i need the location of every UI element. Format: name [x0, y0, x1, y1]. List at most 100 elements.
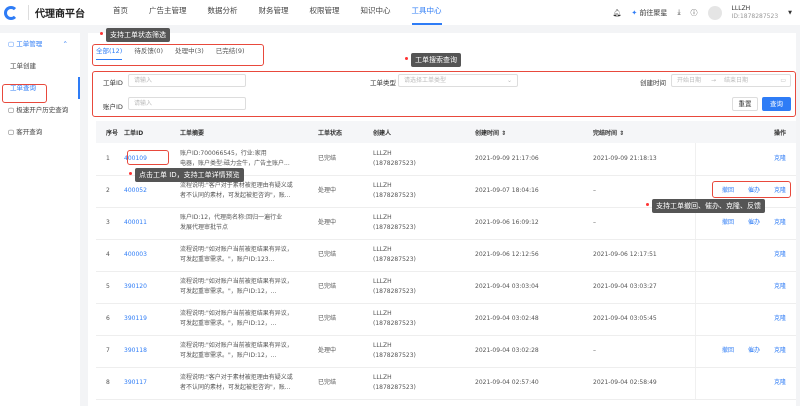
sidebar-item-customer-query[interactable]: ▢ 客开查询: [0, 121, 80, 143]
table-row: 8 390117 流程说明:"客户对于素材被拒理由有疑义或 者不认同的素材，可发起…: [96, 367, 796, 400]
row-actions: 克隆: [694, 303, 796, 336]
download-icon[interactable]: ⤓: [677, 8, 680, 17]
ticket-status: 处理中: [318, 207, 373, 240]
highlight-box-ops: [712, 181, 791, 198]
op-link[interactable]: 克隆: [774, 347, 786, 354]
creator: LLLZH (1878287523): [373, 367, 475, 400]
row-actions: 克隆: [694, 143, 796, 176]
nav-item[interactable]: 财务管理: [259, 0, 289, 25]
ticket-id-link[interactable]: 390120: [124, 271, 180, 304]
nav-item[interactable]: 首页: [113, 0, 128, 25]
help-icon[interactable]: ⓘ: [691, 8, 698, 18]
creator-id: (1878287523): [373, 256, 416, 263]
creator-name: LLLZH: [373, 246, 392, 253]
row-number: 2: [96, 175, 124, 208]
creator-name: LLLZH: [373, 214, 392, 221]
goto-juxing-link[interactable]: ✦ 前往聚星: [631, 8, 667, 18]
query-button[interactable]: 查询: [762, 97, 791, 111]
column-header: 序号: [96, 121, 124, 143]
ticket-id-link[interactable]: 400011: [124, 207, 180, 240]
op-link[interactable]: 克隆: [774, 379, 786, 386]
top-header: 代理商平台 首页 广告主管理 数据分析 财务管理 权限管理 知识中心 工具中心 🔔︎ ✦ 前…: [0, 0, 800, 25]
done-time: 2021-09-09 21:18:13: [593, 143, 695, 176]
bell-icon[interactable]: 🔔︎: [612, 9, 621, 17]
nav-item[interactable]: 工具中心: [411, 0, 442, 25]
summary-line: 流程说明:"如对账户当前被拒结果有异议，: [180, 342, 293, 349]
ticket-status: 已完结: [318, 303, 373, 336]
creator-name: LLLZH: [373, 310, 392, 317]
ticket-id-link[interactable]: 390119: [124, 303, 180, 336]
highlight-box-query: [2, 84, 47, 103]
op-link[interactable]: 催办: [748, 347, 760, 354]
creator-id: (1878287523): [373, 224, 416, 231]
ticket-id-input[interactable]: 请输入: [128, 74, 246, 87]
summary-line: 可发起重审需求。"，账户ID:12，...: [180, 288, 277, 295]
top-nav: 首页 广告主管理 数据分析 财务管理 权限管理 知识中心 工具中心: [113, 0, 463, 25]
done-time: 2021-09-06 12:17:51: [593, 239, 695, 272]
ticket-status: 处理中: [318, 175, 373, 208]
ticket-id-link[interactable]: 390118: [124, 335, 180, 368]
reset-button[interactable]: 重置: [732, 97, 758, 111]
op-link[interactable]: 克隆: [774, 219, 786, 226]
column-header[interactable]: 完结时间 ⇕: [593, 121, 695, 143]
summary-line: 者不认同的素材，可发起被拒咨询"，账...: [180, 384, 291, 391]
op-link[interactable]: 克隆: [774, 315, 786, 322]
sidebar-item-create[interactable]: 工单创建: [0, 55, 80, 77]
op-link[interactable]: 克隆: [774, 283, 786, 290]
op-link[interactable]: 克隆: [774, 155, 786, 162]
row-number: 6: [96, 303, 124, 336]
summary-line: 者不认同的素材，可发起被拒咨询"，账...: [180, 192, 291, 199]
nav-item[interactable]: 数据分析: [208, 0, 238, 25]
annotation-search: 工单搜索查询: [405, 53, 461, 67]
creator-name: LLLZH: [373, 374, 392, 381]
done-time: 2021-09-04 03:03:27: [593, 271, 695, 304]
highlight-box-tabs: [92, 44, 264, 66]
sidebar-group-ticket[interactable]: ▢ 工单管理 ⌃: [0, 33, 80, 55]
column-header[interactable]: 创建时间 ⇕: [475, 121, 593, 143]
sidebar-label: 客开查询: [16, 128, 43, 136]
nav-item[interactable]: 权限管理: [310, 0, 340, 25]
chevron-down-icon[interactable]: ▼: [788, 10, 792, 16]
annotation-status-filter: 支持工单状态筛选: [100, 28, 170, 42]
creator: LLLZH (1878287523): [373, 335, 475, 368]
star-icon: ✦: [631, 8, 638, 17]
nav-item[interactable]: 广告主管理: [149, 0, 187, 25]
end-date: 结束日期: [723, 77, 748, 84]
account-id-input[interactable]: 请输入: [128, 97, 246, 110]
op-link[interactable]: 撤回: [722, 347, 734, 354]
ticket-summary: 流程说明:"如对账户当前被拒结果有异议， 可发起重审需求。"，账户ID:12，..…: [180, 303, 318, 336]
op-link[interactable]: 催办: [748, 219, 760, 226]
creator: LLLZH (1878287523): [373, 207, 475, 240]
user-info[interactable]: LLLZH ID:1878287523: [732, 5, 779, 21]
ticket-status: 已完结: [318, 271, 373, 304]
summary-line: 账户ID:12，代理商名称:回归一遍行业: [180, 214, 283, 221]
ticket-summary: 流程说明:"如对账户当前被拒结果有异议， 可发起重审需求。"，账户ID:123..…: [180, 239, 318, 272]
created-time: 2021-09-06 12:12:56: [475, 239, 593, 272]
done-time: 2021-09-04 02:58:49: [593, 367, 695, 400]
highlight-box-ticket-id: [127, 150, 169, 165]
sidebar-label: 极速开户历史查询: [16, 106, 69, 114]
op-link[interactable]: 撤回: [722, 219, 734, 226]
op-link[interactable]: 克隆: [774, 251, 786, 258]
column-header: 工单状态: [318, 121, 373, 143]
ticket-id-link[interactable]: 390117: [124, 367, 180, 400]
done-time: 2021-09-04 03:05:45: [593, 303, 695, 336]
creator-id: (1878287523): [373, 159, 416, 167]
annotation-ops: 支持工单撤回、催办、克隆、反馈: [646, 199, 765, 213]
avatar[interactable]: [707, 5, 722, 20]
logo-icon: [4, 5, 18, 20]
summary-line: 可发起重审需求。"，账户ID:12，...: [180, 352, 277, 359]
ticket-id-link[interactable]: 400003: [124, 239, 180, 272]
chevron-down-icon: ⌄: [506, 77, 512, 84]
nav-item[interactable]: 知识中心: [361, 0, 391, 25]
column-header: 工单摘要: [180, 121, 318, 143]
creator-id: (1878287523): [373, 384, 416, 391]
date-range-picker[interactable]: 开始日期 → 结束日期 ▭: [671, 74, 791, 87]
column-header: 创建人: [373, 121, 475, 143]
table-row: 7 390118 流程说明:"如对账户当前被拒结果有异议， 可发起重审需求。"，账…: [96, 335, 796, 368]
creator: LLLZH (1878287523): [373, 303, 475, 336]
ticket-table: 序号 工单ID 工单摘要 工单状态 创建人 创建时间 ⇕ 完结时间 ⇕ 操作 1 400109…: [96, 121, 796, 400]
brand-title: 代理商平台: [28, 5, 85, 20]
ticket-type-select[interactable]: 请选择工单类型 ⌄: [398, 74, 518, 87]
table-row: 6 390119 流程说明:"如对账户当前被拒结果有异议， 可发起重审需求。"，账…: [96, 303, 796, 336]
